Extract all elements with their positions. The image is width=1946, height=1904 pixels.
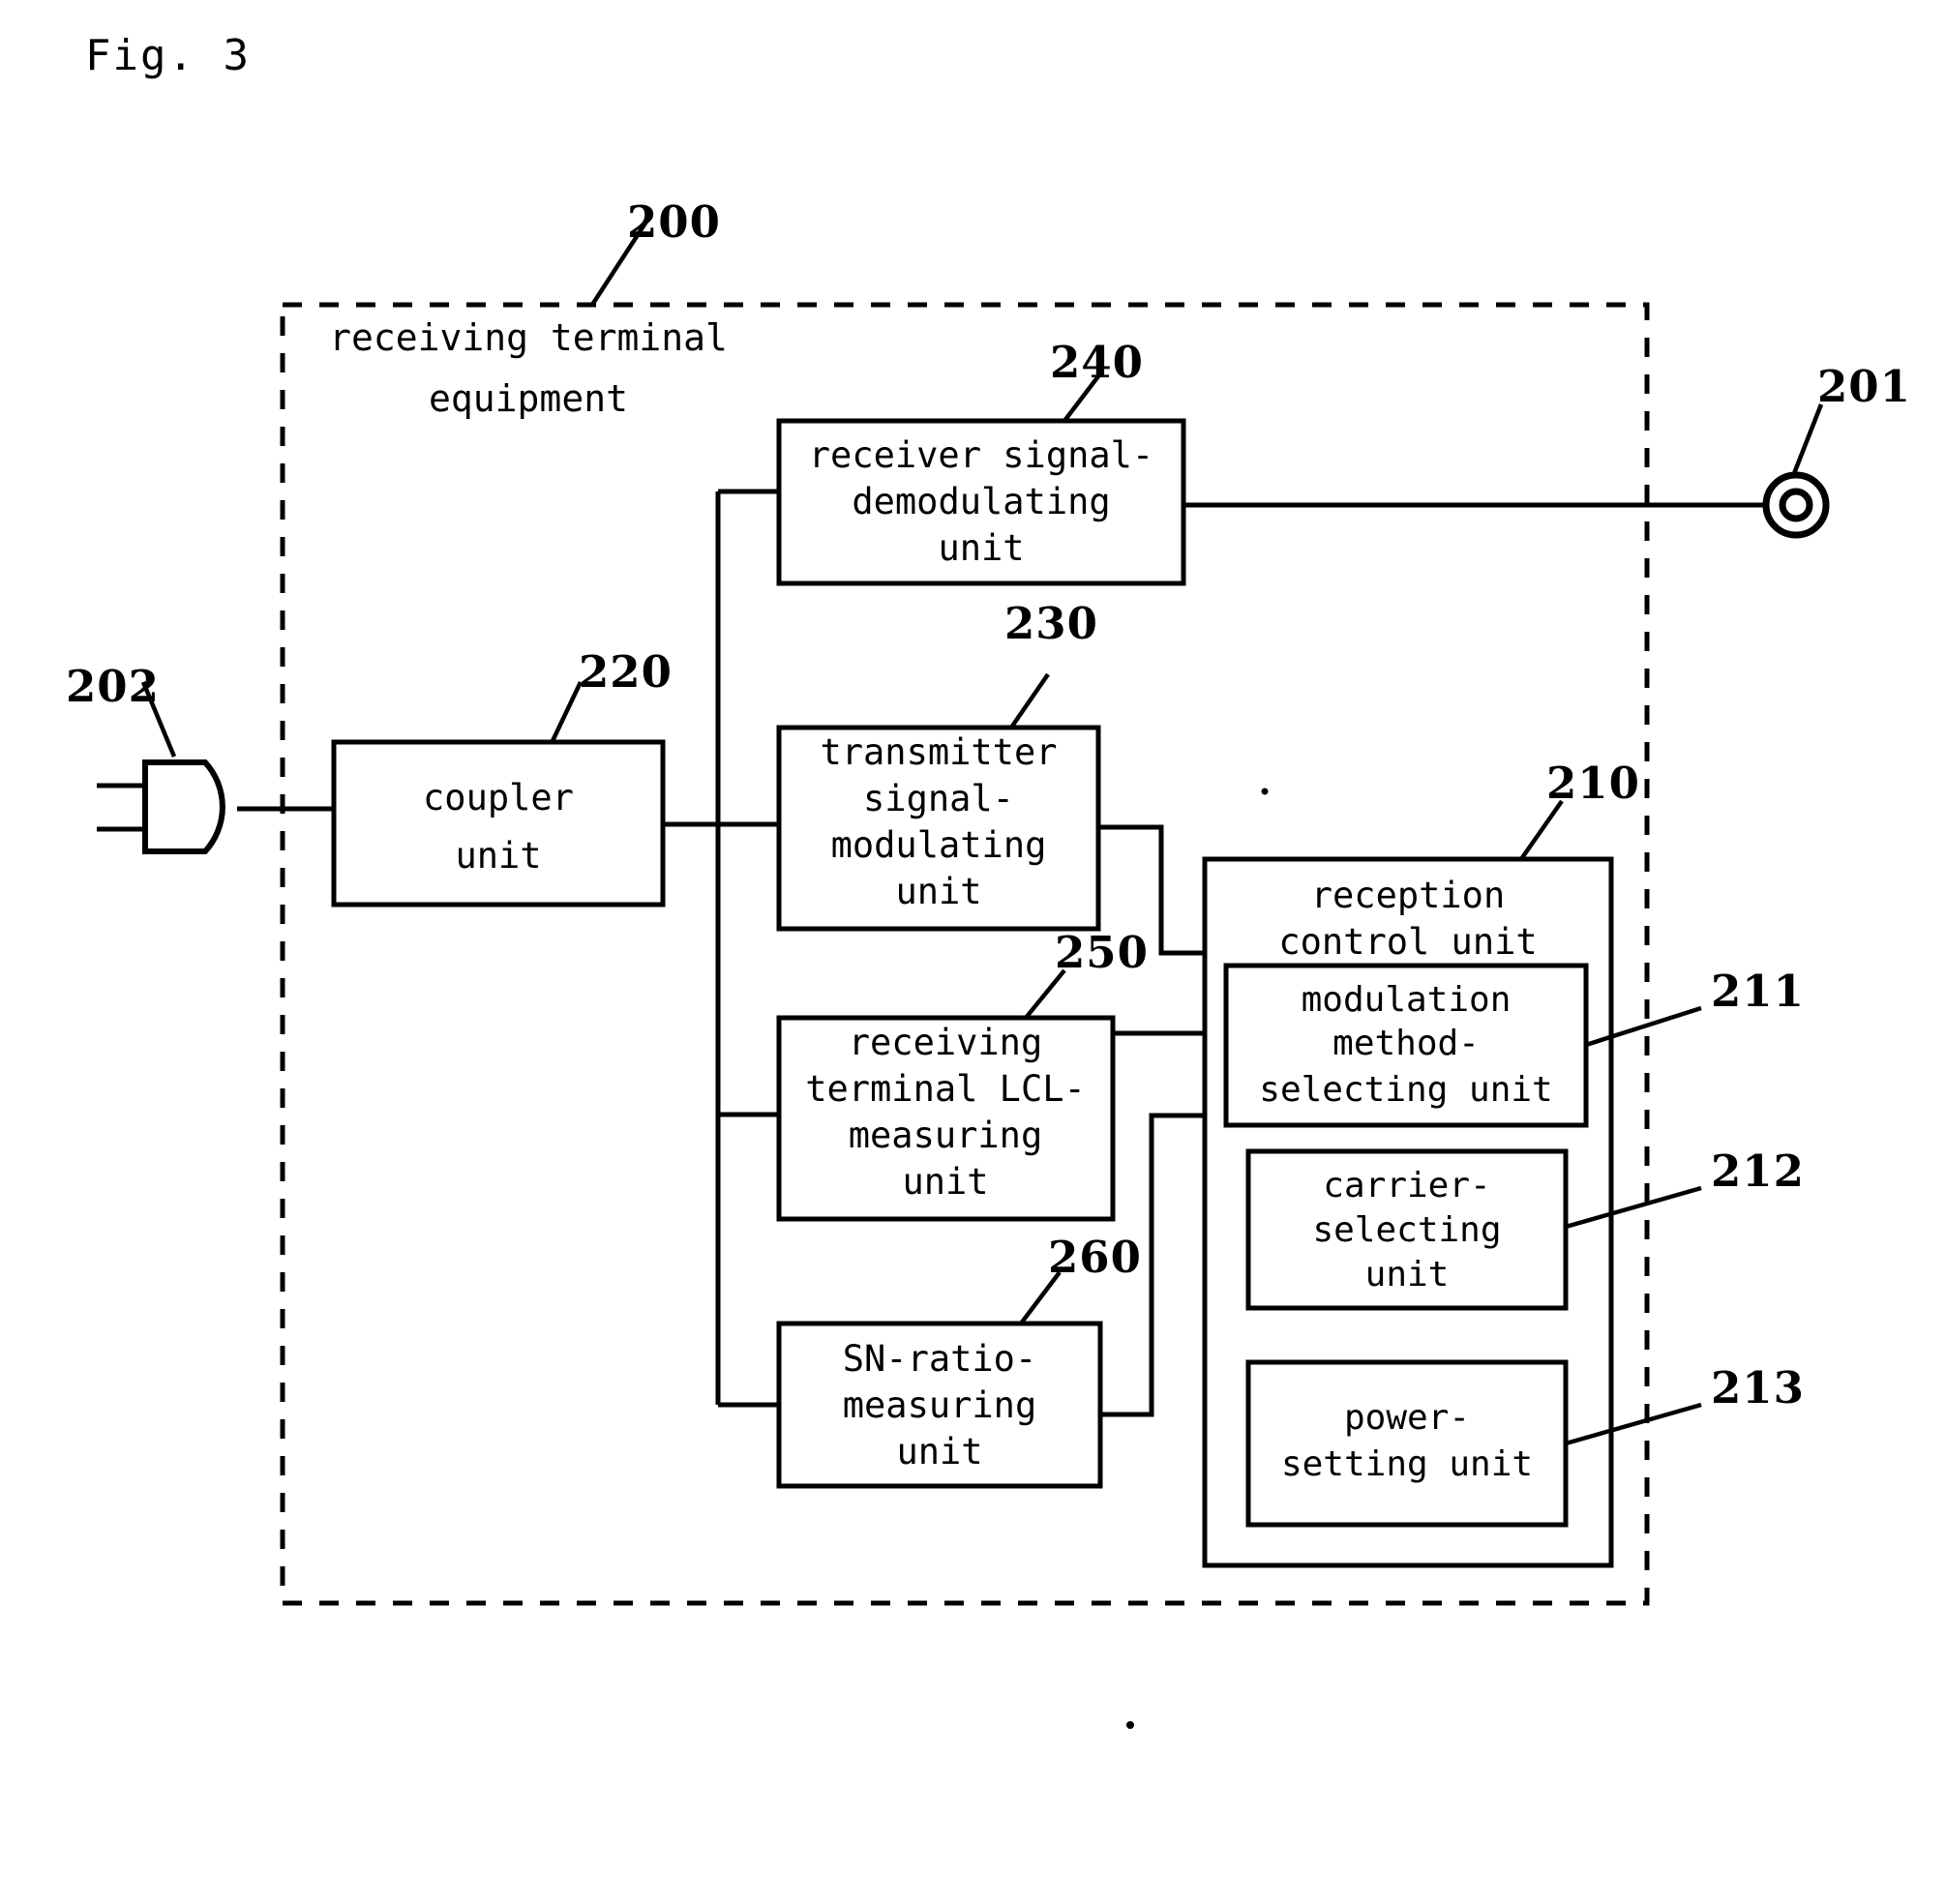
input-plug-202 [97,759,225,854]
ref-202-label: 202 [66,661,160,712]
block-260-line2: measuring [843,1384,1036,1426]
block-250-line4: unit [902,1161,988,1203]
signal-bus [663,489,779,1408]
ref-260-label: 260 [1048,1232,1142,1283]
block-240-line1: receiver signal- [809,434,1153,476]
block-212-line1: carrier- [1323,1166,1490,1205]
block-212-line2: selecting [1312,1210,1501,1250]
block-210-line1: reception [1311,875,1505,916]
ref-210-label: 210 [1546,758,1640,809]
ref-201-label: 201 [1817,361,1911,412]
block-211-line3: selecting unit [1259,1070,1552,1110]
block-260-line1: SN-ratio- [843,1338,1036,1380]
block-212-line3: unit [1365,1255,1450,1294]
patent-block-diagram: 200 receiving terminal equipment 202 cou… [66,196,1911,1729]
ref-201-leader [1790,403,1824,477]
ref-230-leader [1009,672,1050,729]
block-230-line1: transmitter [820,731,1057,773]
block-213-line1: power- [1344,1398,1470,1438]
scan-artifact-dot-lower [1126,1721,1134,1729]
block-240-line3: unit [938,527,1024,569]
ref-240-label: 240 [1050,337,1144,388]
block-250-line3: measuring [849,1115,1042,1156]
ref-210-leader [1519,799,1564,861]
block-213-line2: setting unit [1281,1444,1533,1484]
block-power-setting-unit [1245,1359,1569,1528]
block-240-line2: demodulating [852,481,1110,522]
scan-artifact-dot-upper [1261,788,1269,795]
ref-250-label: 250 [1055,927,1149,978]
enclosure-label-line1: receiving terminal [329,316,728,359]
block-230-line4: unit [895,871,981,912]
block-coupler-unit [331,739,666,907]
block-230-line2: signal- [863,778,1014,819]
block-211-line1: modulation [1302,980,1512,1020]
ref-230-label: 230 [1004,598,1098,649]
coupler-unit-label-2: unit [455,835,541,877]
ref-220-leader [549,681,584,744]
block-211-line2: method- [1332,1024,1480,1063]
block-210-line2: control unit [1278,921,1537,963]
block-250-line1: receiving [849,1022,1042,1063]
enclosure-label-line2: equipment [429,377,628,420]
block-230-line3: modulating [831,824,1047,866]
ref-211-label: 211 [1711,966,1805,1017]
block-260-line3: unit [896,1431,982,1473]
output-terminal-201 [1762,471,1830,539]
ref-213-label: 213 [1711,1362,1805,1413]
ref-212-label: 212 [1711,1145,1805,1197]
ref-220-label: 220 [579,646,673,698]
coupler-unit-label-1: coupler [423,777,574,818]
ref-200-label: 200 [627,196,721,248]
block-250-line2: terminal LCL- [805,1068,1086,1110]
